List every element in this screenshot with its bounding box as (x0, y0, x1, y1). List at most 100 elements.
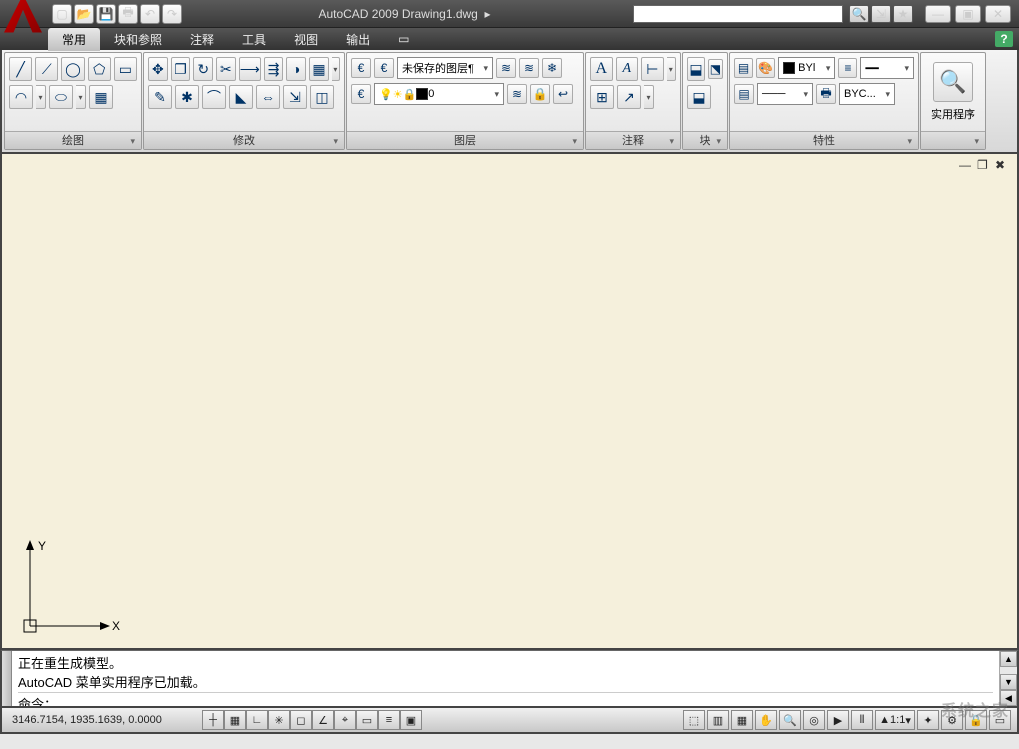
erase-icon[interactable]: ✎ (148, 85, 172, 109)
favorites-icon[interactable]: ★ (893, 5, 913, 23)
hatch-icon[interactable]: ▦ (89, 85, 113, 109)
doc-close-icon[interactable]: ✖ (995, 158, 1009, 172)
anno-scale-value[interactable]: ▲ 1:1▾ (875, 710, 915, 730)
command-text[interactable]: 正在重生成模型。 AutoCAD 菜单实用程序已加载。 命令： (12, 651, 999, 706)
leader-icon[interactable]: ↗ (617, 85, 641, 109)
layer-iso-icon[interactable]: ≋ (496, 58, 516, 78)
layer-lock-icon[interactable]: 🔒 (530, 84, 550, 104)
maximize-button[interactable]: ▣ (955, 5, 981, 23)
arc-icon[interactable]: ◠ (9, 85, 33, 109)
lineweight-combo[interactable]: ━━ (860, 57, 914, 79)
snap-icon[interactable]: ┼ (202, 710, 224, 730)
stretch-icon[interactable]: ⇔ (256, 85, 280, 109)
color-combo[interactable]: BYl (778, 57, 835, 79)
panel-draw-title[interactable]: 绘图 (5, 131, 141, 149)
showmotion-icon[interactable]: ▶ (827, 710, 849, 730)
search-icon[interactable]: 🔍 (849, 5, 869, 23)
polyline-icon[interactable]: ⟋ (35, 57, 58, 81)
minimize-button[interactable]: — (925, 5, 951, 23)
anno-scale-icon[interactable]: ⦀ (851, 710, 873, 730)
line-icon[interactable]: ╱ (9, 57, 32, 81)
undo-icon[interactable]: ↶ (140, 4, 160, 24)
tab-blocks[interactable]: 块和参照 (100, 28, 176, 51)
layer-freeze-icon[interactable]: ❄ (542, 58, 562, 78)
insert-block-icon[interactable]: ⬓ (687, 57, 705, 81)
scroll-track[interactable] (1000, 667, 1017, 674)
leader-dropdown[interactable]: ▾ (644, 85, 654, 109)
scale-icon[interactable]: ⇲ (283, 85, 307, 109)
doc-restore-icon[interactable]: ❐ (977, 158, 991, 172)
rotate-icon[interactable]: ↻ (193, 57, 213, 81)
panel-utilities-title[interactable] (921, 131, 985, 149)
extend-icon[interactable]: ⟶ (239, 57, 261, 81)
polygon-icon[interactable]: ⬠ (88, 57, 111, 81)
lwt-icon[interactable]: ≡ (378, 710, 400, 730)
otrack-icon[interactable]: ∠ (312, 710, 334, 730)
scroll-down-icon[interactable]: ▼ (1000, 674, 1017, 690)
command-prompt[interactable]: 命令： (18, 694, 993, 706)
dim-dropdown[interactable]: ▾ (667, 57, 676, 81)
fillet-icon[interactable]: ⌒ (202, 85, 226, 109)
new-file-icon[interactable]: ▢ (52, 4, 72, 24)
comm-center-icon[interactable]: ⇲ (871, 5, 891, 23)
move-icon[interactable]: ✥ (148, 57, 168, 81)
panel-modify-title[interactable]: 修改 (144, 131, 344, 149)
rectangle-icon[interactable]: ▭ (114, 57, 137, 81)
steering-icon[interactable]: ◎ (803, 710, 825, 730)
offset-icon[interactable]: ⇶ (264, 57, 284, 81)
grid-icon[interactable]: ▦ (224, 710, 246, 730)
save-icon[interactable]: 💾 (96, 4, 116, 24)
panel-properties-title[interactable]: 特性 (730, 131, 918, 149)
array-icon[interactable]: ▦ (309, 57, 329, 81)
explode-icon[interactable]: ✱ (175, 85, 199, 109)
list-icon[interactable]: ▤ (734, 84, 754, 104)
command-window[interactable]: 正在重生成模型。 AutoCAD 菜单实用程序已加载。 命令： ▲ ▼ ◀ (0, 650, 1019, 708)
command-grip-icon[interactable] (2, 651, 12, 706)
layer-filter-combo[interactable]: 未保存的图层¶ (397, 57, 493, 79)
qview-icon[interactable]: ▦ (731, 710, 753, 730)
block-edit-icon[interactable]: ⬓ (687, 85, 711, 109)
linetype-combo[interactable]: ─── (757, 83, 813, 105)
linetype-icon[interactable]: ≡ (838, 58, 857, 78)
text-icon[interactable]: A (616, 57, 639, 81)
table-icon[interactable]: ⊞ (590, 85, 614, 109)
tab-common[interactable]: 常用 (48, 28, 100, 51)
plotstyle-combo[interactable]: BYC... (839, 83, 895, 105)
plot-style-icon[interactable]: 🖶 (816, 84, 836, 104)
help-icon[interactable]: ? (995, 31, 1013, 47)
close-button[interactable]: ✕ (985, 5, 1011, 23)
ortho-icon[interactable]: ∟ (246, 710, 268, 730)
doc-minimize-icon[interactable]: — (959, 158, 973, 172)
tab-tools[interactable]: 工具 (228, 28, 280, 51)
polar-icon[interactable]: ✳ (268, 710, 290, 730)
drawing-canvas[interactable]: — ❐ ✖ Y X (2, 154, 1017, 648)
layer-combo[interactable]: 💡☀🔒 0 (374, 83, 504, 105)
print-icon[interactable]: 🖶 (118, 4, 138, 24)
anno-vis-icon[interactable]: ✦ (917, 710, 939, 730)
chamfer-icon[interactable]: ◣ (229, 85, 253, 109)
layout-icon[interactable]: ▥ (707, 710, 729, 730)
pan-icon[interactable]: ✋ (755, 710, 777, 730)
ellipse-icon[interactable]: ⬭ (49, 85, 73, 109)
redo-icon[interactable]: ↷ (162, 4, 182, 24)
create-block-icon[interactable]: ⬔ (708, 59, 723, 79)
qp-icon[interactable]: ▣ (400, 710, 422, 730)
dimension-icon[interactable]: ⊢ (641, 57, 664, 81)
ducs-icon[interactable]: ⌖ (334, 710, 356, 730)
copy-icon[interactable]: ❐ (171, 57, 191, 81)
layer-off-icon[interactable]: ≋ (507, 84, 527, 104)
zoom-icon[interactable]: 🔍 (779, 710, 801, 730)
array-dropdown[interactable]: ▾ (332, 57, 340, 81)
model-icon[interactable]: ⬚ (683, 710, 705, 730)
open-file-icon[interactable]: 📂 (74, 4, 94, 24)
mirror-icon[interactable]: ◑ (286, 57, 306, 81)
panel-block-title[interactable]: 块 (683, 131, 727, 149)
tab-output[interactable]: 输出 (332, 28, 384, 51)
properties-icon[interactable]: ▤ (734, 58, 753, 78)
measure-icon[interactable]: 🔍 (933, 62, 973, 102)
infocenter-search-input[interactable] (633, 5, 843, 23)
tab-view[interactable]: 视图 (280, 28, 332, 51)
layer-prev-icon[interactable]: ↩ (553, 84, 573, 104)
layer-uniso-icon[interactable]: ≋ (519, 58, 539, 78)
circle-icon[interactable]: ◯ (61, 57, 84, 81)
